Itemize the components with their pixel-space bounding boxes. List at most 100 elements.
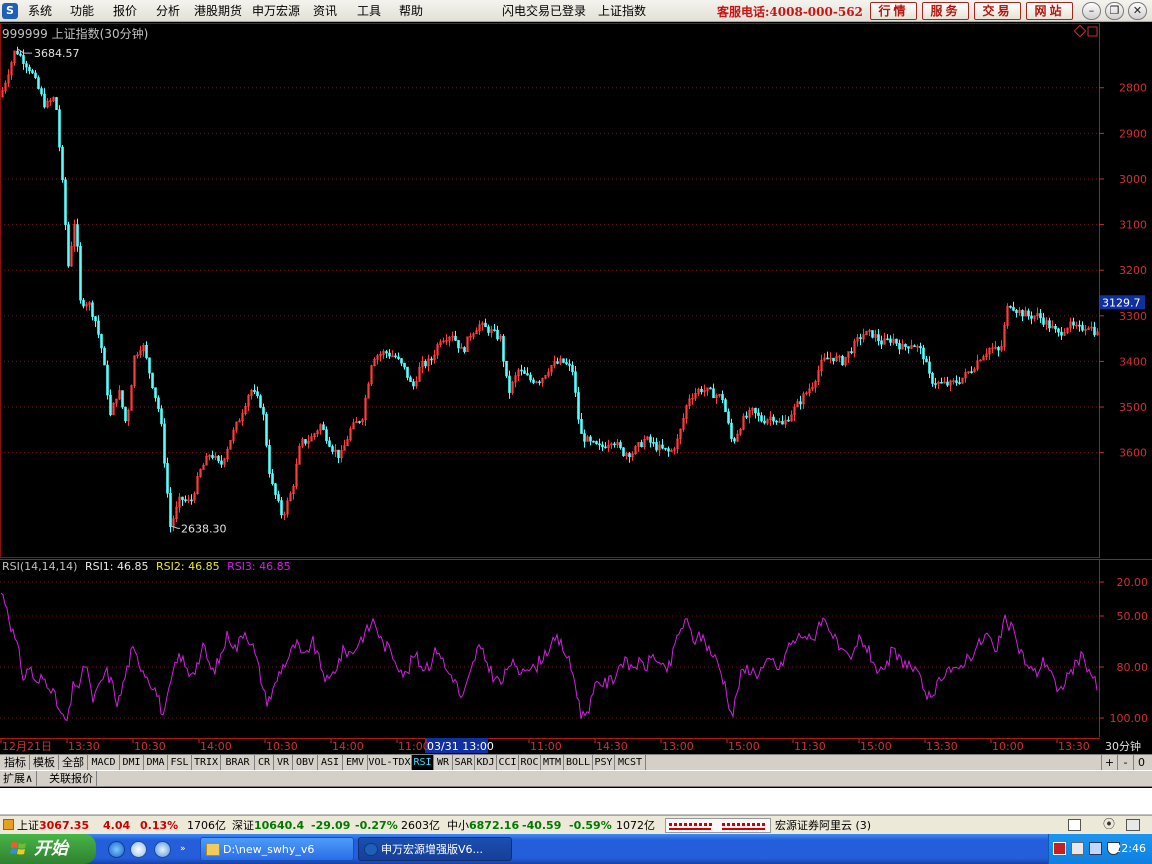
indicator-tab--[interactable]: 模板	[30, 755, 59, 771]
minimize-icon[interactable]: –	[1082, 2, 1101, 20]
task-explorer[interactable]: D:\new_swhy_v6	[200, 837, 354, 861]
indicator-tab-roc[interactable]: ROC	[519, 755, 541, 771]
candle-body	[181, 496, 184, 500]
candle-body	[1072, 321, 1075, 326]
panel-toggle-icon[interactable]	[1068, 819, 1081, 831]
tab-related-quote[interactable]: 关联报价	[46, 771, 97, 787]
indicator-tab--[interactable]: 指标	[1, 755, 30, 771]
candle-body	[151, 372, 154, 388]
tray-app-icon[interactable]	[1053, 842, 1066, 855]
quicklaunch-more-icon[interactable]: »	[180, 844, 186, 854]
tray-keyboard-icon[interactable]	[1071, 842, 1084, 855]
tray-network-icon[interactable]	[1089, 842, 1102, 855]
candle-body	[106, 364, 109, 396]
zoom-in-button[interactable]: +	[1101, 755, 1117, 771]
trade-button[interactable]: 交易	[974, 2, 1021, 20]
menu-news[interactable]: 资讯	[313, 3, 337, 19]
candle-body	[97, 320, 100, 335]
indicator-tab-mtm[interactable]: MTM	[541, 755, 564, 771]
candle-body	[190, 499, 193, 502]
kline-chart[interactable]: 3600 3500 3400 3300 3200 3100 3000 2900 2800 3129…	[0, 23, 1152, 558]
candle-body	[799, 401, 802, 405]
candle-body	[124, 406, 127, 422]
alert-icon[interactable]	[3, 819, 14, 830]
candle-body	[280, 500, 283, 516]
sz-index-value: 10640.4	[254, 819, 305, 832]
candle-body	[331, 446, 334, 452]
candle-body	[337, 449, 340, 458]
candle-body	[262, 407, 265, 415]
lock-icon[interactable]	[1126, 819, 1140, 831]
restore-icon[interactable]: ❐	[1105, 2, 1124, 20]
indicator-tab-dma[interactable]: DMA	[144, 755, 168, 771]
candle-body	[358, 421, 361, 423]
candle-body	[997, 347, 1000, 351]
candle-body	[148, 357, 151, 374]
candle-body	[259, 395, 262, 408]
indicator-tab-sar[interactable]: SAR	[453, 755, 475, 771]
start-button[interactable]: 开始	[0, 834, 96, 864]
candle-body	[61, 146, 64, 181]
indicator-tab-kdj[interactable]: KDJ	[475, 755, 497, 771]
candle-body	[592, 440, 595, 443]
zoom-out-button[interactable]: -	[1117, 755, 1133, 771]
signal-icon[interactable]: ⦿	[1103, 817, 1115, 832]
menu-swhy[interactable]: 申万宏源	[252, 3, 300, 19]
candle-body	[577, 392, 580, 420]
menu-tools[interactable]: 工具	[357, 3, 381, 19]
close-icon[interactable]: ✕	[1128, 2, 1147, 20]
menu-function[interactable]: 功能	[70, 3, 94, 19]
candle-body	[556, 361, 559, 364]
menu-help[interactable]: 帮助	[399, 3, 423, 19]
menu-analysis[interactable]: 分析	[156, 3, 180, 19]
indicator-tab-dmi[interactable]: DMI	[120, 755, 144, 771]
indicator-tab-psy[interactable]: PSY	[593, 755, 615, 771]
menubar: S 系统 功能 报价 分析 港股期货 申万宏源 资讯 工具 帮助 闪电交易已登录…	[0, 0, 1152, 22]
candle-body	[709, 387, 712, 390]
indicator-tab-macd[interactable]: MACD	[88, 755, 120, 771]
reset-button[interactable]: 0	[1133, 755, 1149, 771]
menu-hk-futures[interactable]: 港股期货	[194, 3, 242, 19]
indicator-tab-obv[interactable]: OBV	[293, 755, 318, 771]
candle-body	[58, 109, 61, 148]
indicator-tab-boll[interactable]: BOLL	[564, 755, 593, 771]
menu-system[interactable]: 系统	[28, 3, 52, 19]
candle-body	[529, 374, 532, 381]
windows-logo-icon	[10, 842, 26, 855]
indicator-tab-wr[interactable]: WR	[434, 755, 453, 771]
service-button[interactable]: 服务	[922, 2, 969, 20]
indicator-tab-cr[interactable]: CR	[255, 755, 274, 771]
indicator-tab-asi[interactable]: ASI	[318, 755, 343, 771]
indicator-tab-trix[interactable]: TRIX	[192, 755, 221, 771]
indicator-tab--[interactable]: 全部	[59, 755, 88, 771]
zx-index-change: -40.59	[522, 819, 562, 832]
indicator-tab-emv[interactable]: EMV	[343, 755, 368, 771]
menu-quote[interactable]: 报价	[113, 3, 137, 19]
candle-body	[565, 362, 568, 365]
indicator-tab-rsi[interactable]: RSI	[412, 755, 434, 771]
sh-index-change: 4.04	[103, 819, 131, 832]
indicator-tab-mcst[interactable]: MCST	[615, 755, 646, 771]
task-swhy-app[interactable]: 申万宏源增强版V6...	[358, 837, 512, 861]
period-label[interactable]: 30分钟	[1105, 739, 1141, 753]
ie-alt-icon[interactable]	[154, 841, 171, 858]
candle-body	[781, 420, 784, 425]
candle-body	[277, 494, 280, 501]
browser-icon[interactable]	[130, 841, 147, 858]
indicator-tab-vol-tdx[interactable]: VOL-TDX	[368, 755, 412, 771]
tab-expand[interactable]: 扩展∧	[0, 771, 38, 787]
app-logo-icon[interactable]: S	[2, 3, 18, 19]
candle-body	[754, 407, 757, 414]
indicator-tab-vr[interactable]: VR	[274, 755, 293, 771]
indicator-tab-fsl[interactable]: FSL	[168, 755, 192, 771]
candle-body	[772, 416, 775, 422]
indicator-tab-brar[interactable]: BRAR	[221, 755, 255, 771]
ie-icon[interactable]	[108, 841, 125, 858]
rsi-chart[interactable]: 100.00 80.00 50.00 20.00	[0, 559, 1152, 737]
website-button[interactable]: 网站	[1026, 2, 1073, 20]
market-button[interactable]: 行情	[870, 2, 917, 20]
candle-body	[322, 424, 325, 430]
broker-server[interactable]: 宏源证券阿里云 (3)	[775, 818, 871, 833]
indicator-tab-cci[interactable]: CCI	[497, 755, 519, 771]
candle-body	[1009, 305, 1012, 308]
